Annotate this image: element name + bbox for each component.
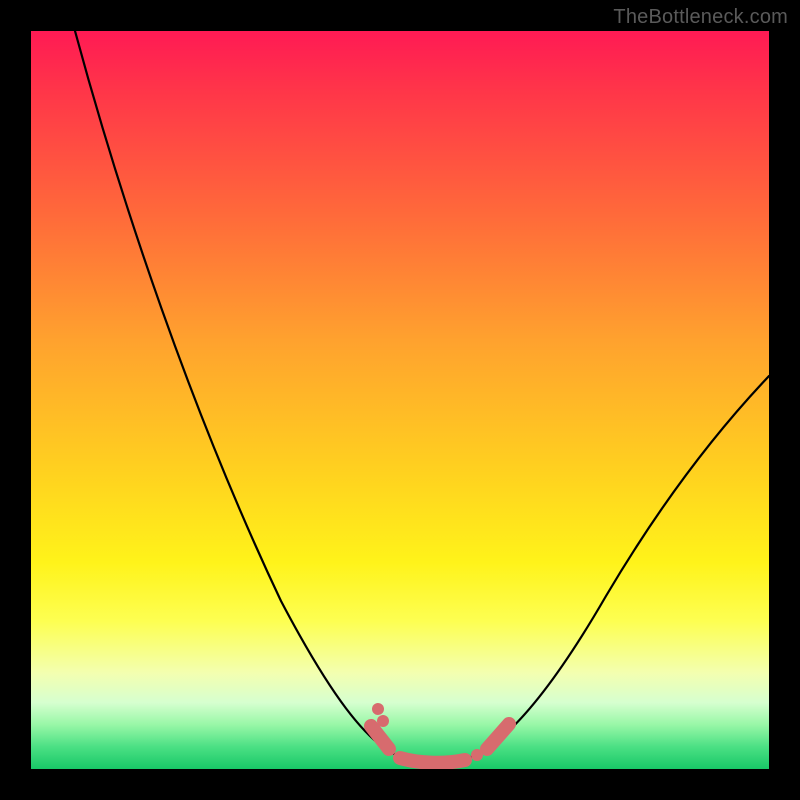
watermark-text: TheBottleneck.com — [613, 6, 788, 29]
chart-frame: TheBottleneck.com — [0, 0, 800, 800]
curve-right-arm — [471, 376, 769, 757]
accent-dot-right-1 — [471, 749, 483, 761]
accent-segment-bottom — [400, 758, 465, 763]
curve-left-arm — [75, 31, 396, 755]
accent-dot-left-2 — [377, 715, 389, 727]
bottleneck-curve — [31, 31, 769, 769]
accent-segment-right — [487, 724, 509, 749]
accent-dot-left-1 — [372, 703, 384, 715]
plot-area — [31, 31, 769, 769]
accent-segment-left — [371, 726, 389, 749]
